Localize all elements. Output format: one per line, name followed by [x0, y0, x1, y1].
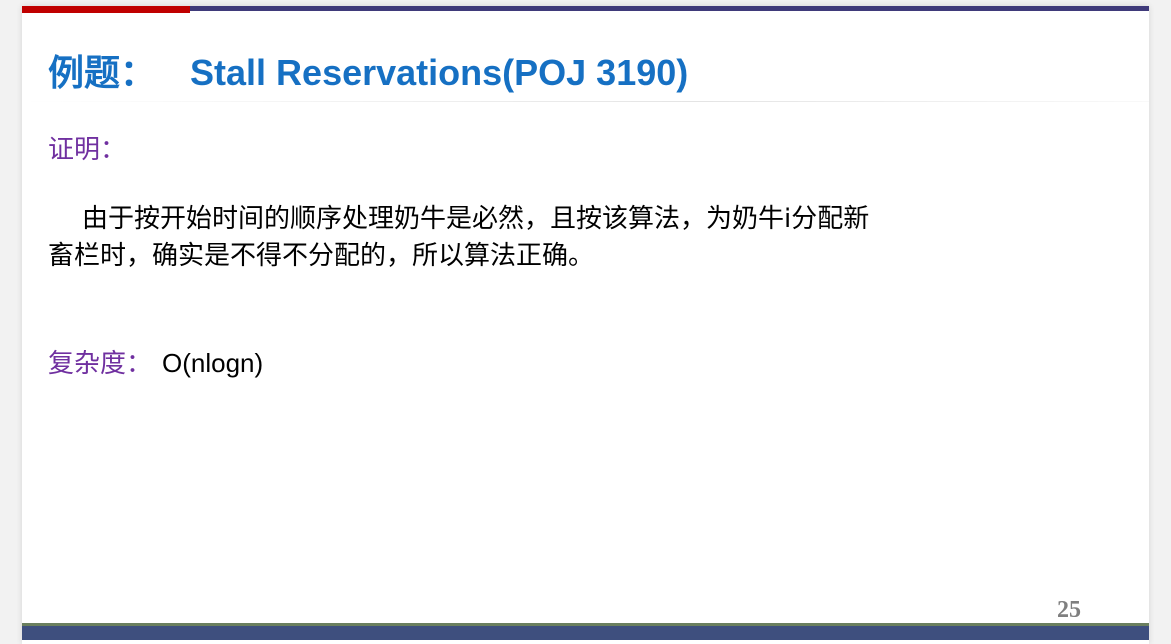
proof-body: 由于按开始时间的顺序处理奶牛是必然，且按该算法，为奶牛i分配新 畜栏时，确实是不… [48, 201, 1008, 275]
page-number: 25 [1057, 597, 1081, 623]
complexity-value: O(nlogn) [162, 348, 264, 378]
title-divider [22, 101, 1149, 102]
slide: 例题： Stall Reservations(POJ 3190) 证明： 由于按开… [22, 6, 1149, 644]
title-main: Stall Reservations(POJ 3190) [190, 52, 689, 93]
proof-line-2: 畜栏时，确实是不得不分配的，所以算法正确。 [48, 241, 595, 271]
complexity-row: 复杂度： O(nlogn) [48, 343, 263, 380]
title-prefix: 例题： [48, 52, 157, 93]
proof-label: 证明： [48, 135, 127, 165]
top-accent-bar-purple [190, 6, 1149, 11]
bottom-accent-bar [22, 626, 1149, 640]
complexity-label: 复杂度： [48, 349, 153, 379]
slide-title: 例题： Stall Reservations(POJ 3190) [48, 44, 688, 96]
top-accent-bar-red [22, 6, 190, 13]
proof-line-1: 由于按开始时间的顺序处理奶牛是必然，且按该算法，为奶牛i分配新 [82, 204, 870, 234]
